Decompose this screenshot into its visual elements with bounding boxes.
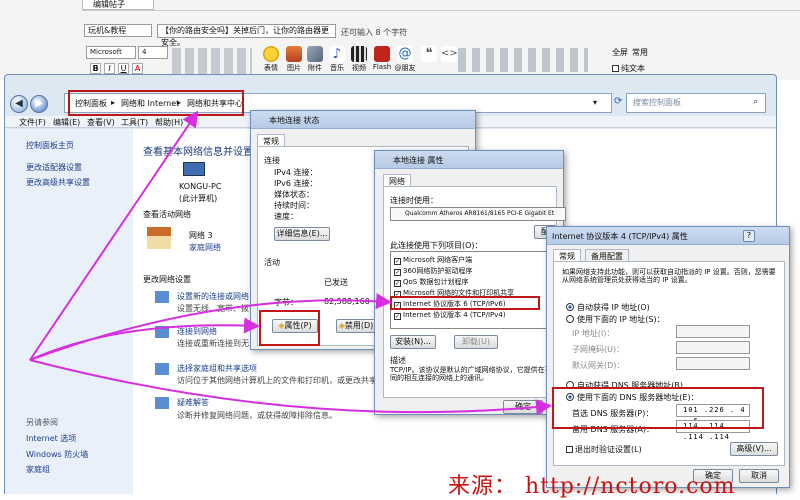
arrow-to-ipv4-item: [29, 293, 392, 361]
arrow-to-properties: [29, 317, 260, 361]
arrow-to-breadcrumb: [29, 110, 199, 361]
annotation-arrows: [29, 110, 552, 416]
source-watermark: 来源： http://nctoro.com: [448, 474, 736, 499]
arrow-to-dns: [29, 359, 552, 416]
